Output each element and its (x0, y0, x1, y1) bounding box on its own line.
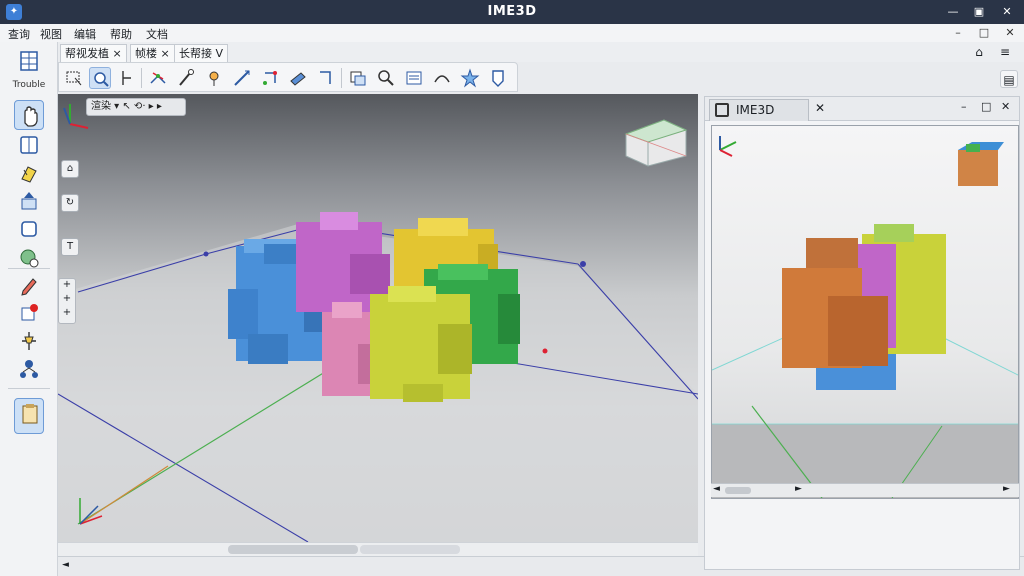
lens-icon[interactable] (431, 67, 453, 89)
title-bar: ✦ IME3D — ▣ ✕ (0, 0, 1024, 24)
restore-icon[interactable]: □ (981, 100, 991, 113)
toolbar-separator (141, 68, 142, 88)
scene-canvas[interactable] (58, 94, 698, 542)
axis-tool-icon[interactable] (115, 67, 137, 89)
list-icon[interactable]: ≡ (996, 43, 1014, 61)
preview-axis-gizmo (719, 136, 737, 157)
tag-icon[interactable] (487, 67, 509, 89)
minimize-icon[interactable]: — (944, 3, 962, 21)
scroll-left-icon[interactable]: ◄ (713, 484, 720, 494)
menu-item-view[interactable]: 视图 (40, 26, 62, 42)
navigation-cube[interactable] (624, 119, 688, 167)
pin-icon[interactable] (14, 326, 44, 356)
network-icon[interactable] (14, 354, 44, 384)
scrollbar-track-segment[interactable] (360, 545, 460, 554)
scroll-right-icon[interactable]: ► (795, 484, 802, 494)
layers-icon[interactable] (403, 67, 425, 89)
preview-3d-view[interactable] (711, 125, 1019, 499)
tab-preview[interactable]: IME3D (709, 99, 809, 121)
move-icon[interactable] (259, 67, 281, 89)
model-tree-icon[interactable] (14, 46, 44, 76)
close-icon[interactable]: ✕ (998, 3, 1016, 21)
scrollbar-thumb[interactable] (228, 545, 358, 554)
tab-document-1[interactable]: 帮视发植 × (60, 44, 127, 62)
select-region-icon[interactable] (63, 67, 85, 89)
render-mode-dropdown[interactable]: 渲染 ▾ ↖ ⟲· ▸ ▸ (86, 98, 186, 116)
doc-restore-icon[interactable]: □ (976, 25, 992, 41)
menu-item-help[interactable]: 帮助 (110, 26, 132, 42)
rotate-icon[interactable] (203, 67, 225, 89)
panel-menu-icon[interactable]: ▤ (1000, 70, 1018, 88)
maximize-icon[interactable]: ▣ (970, 3, 988, 21)
preview-header: IME3D ✕ – □ ✕ (705, 97, 1019, 121)
minimize-icon[interactable]: – (961, 100, 967, 113)
menu-item-query[interactable]: 查询 (8, 26, 30, 42)
home-view-button[interactable]: ⌂ (61, 160, 79, 178)
preview-panel: IME3D ✕ – □ ✕ ◄ ► ► (704, 96, 1020, 570)
pan-hand-icon[interactable] (14, 100, 44, 130)
menu-item-document[interactable]: 文档 (146, 26, 168, 42)
main-toolbar (58, 62, 518, 92)
axis-gizmo (63, 104, 89, 129)
toolbar-separator (8, 388, 50, 389)
preview-scrollbar[interactable]: ◄ ► ► (711, 483, 1019, 497)
close-tab-icon[interactable]: ✕ (815, 101, 825, 115)
window-title: IME3D (487, 4, 537, 19)
transform-icon[interactable] (147, 67, 169, 89)
step-button[interactable]: + (59, 293, 75, 307)
copy-view-icon[interactable] (347, 67, 369, 89)
probe-icon[interactable] (175, 67, 197, 89)
step-controls: + + + (58, 278, 76, 324)
status-arrow[interactable]: ◄ (62, 560, 69, 570)
preview-canvas[interactable] (712, 126, 1019, 499)
step-button[interactable]: + (59, 307, 75, 321)
menu-item-edit[interactable]: 编辑 (74, 26, 96, 42)
zoom-icon[interactable] (89, 67, 111, 89)
tab-document-2[interactable]: 帧楼 × (130, 44, 175, 62)
main-3d-viewport[interactable]: 渲染 ▾ ↖ ⟲· ▸ ▸ ⌂ ↻ T + + + (58, 94, 698, 542)
search-icon[interactable] (375, 67, 397, 89)
step-button[interactable]: + (59, 279, 75, 293)
lime-voxel-block[interactable] (370, 286, 472, 402)
layout-icon[interactable] (14, 130, 44, 160)
preview-nav-cube[interactable] (958, 142, 1004, 186)
text-tool-button[interactable]: T (61, 238, 79, 256)
paste-icon[interactable] (14, 398, 44, 434)
left-toolbar-label: Trouble (12, 80, 46, 90)
left-toolbar: Trouble (0, 42, 58, 576)
menu-bar: 查询 视图 编辑 帮助 文档 – □ ✕ (0, 24, 1024, 42)
home-icon[interactable]: ⌂ (970, 43, 988, 61)
viewport-scrollbar[interactable] (58, 542, 698, 556)
notify-icon[interactable] (14, 298, 44, 328)
scrollbar-thumb[interactable] (725, 487, 751, 494)
section-icon[interactable] (315, 67, 337, 89)
star-icon[interactable] (459, 67, 481, 89)
refresh-view-button[interactable]: ↻ (61, 194, 79, 212)
preview-voxel-model[interactable] (782, 224, 946, 390)
document-tabs: 帮视发植 × 帧楼 × 长帮接 V ⌂ ≡ (60, 42, 1024, 62)
scroll-right-end-icon[interactable]: ► (1003, 484, 1010, 494)
close-icon[interactable]: ✕ (1001, 100, 1010, 113)
upload-box-icon[interactable] (14, 186, 44, 216)
tab-document-3[interactable]: 长帮接 V (174, 44, 229, 62)
doc-close-icon[interactable]: ✕ (1002, 25, 1018, 41)
viewport-icon (715, 103, 729, 117)
toolbar-separator (8, 268, 50, 269)
highlight-icon[interactable] (14, 158, 44, 188)
measure-icon[interactable] (231, 67, 253, 89)
frame-icon[interactable] (14, 214, 44, 244)
pencil-icon[interactable] (14, 270, 44, 300)
toolbar-separator (341, 68, 342, 88)
doc-minimize-icon[interactable]: – (950, 25, 966, 41)
preview-tab-label: IME3D (736, 103, 775, 117)
fly-icon[interactable] (287, 67, 309, 89)
